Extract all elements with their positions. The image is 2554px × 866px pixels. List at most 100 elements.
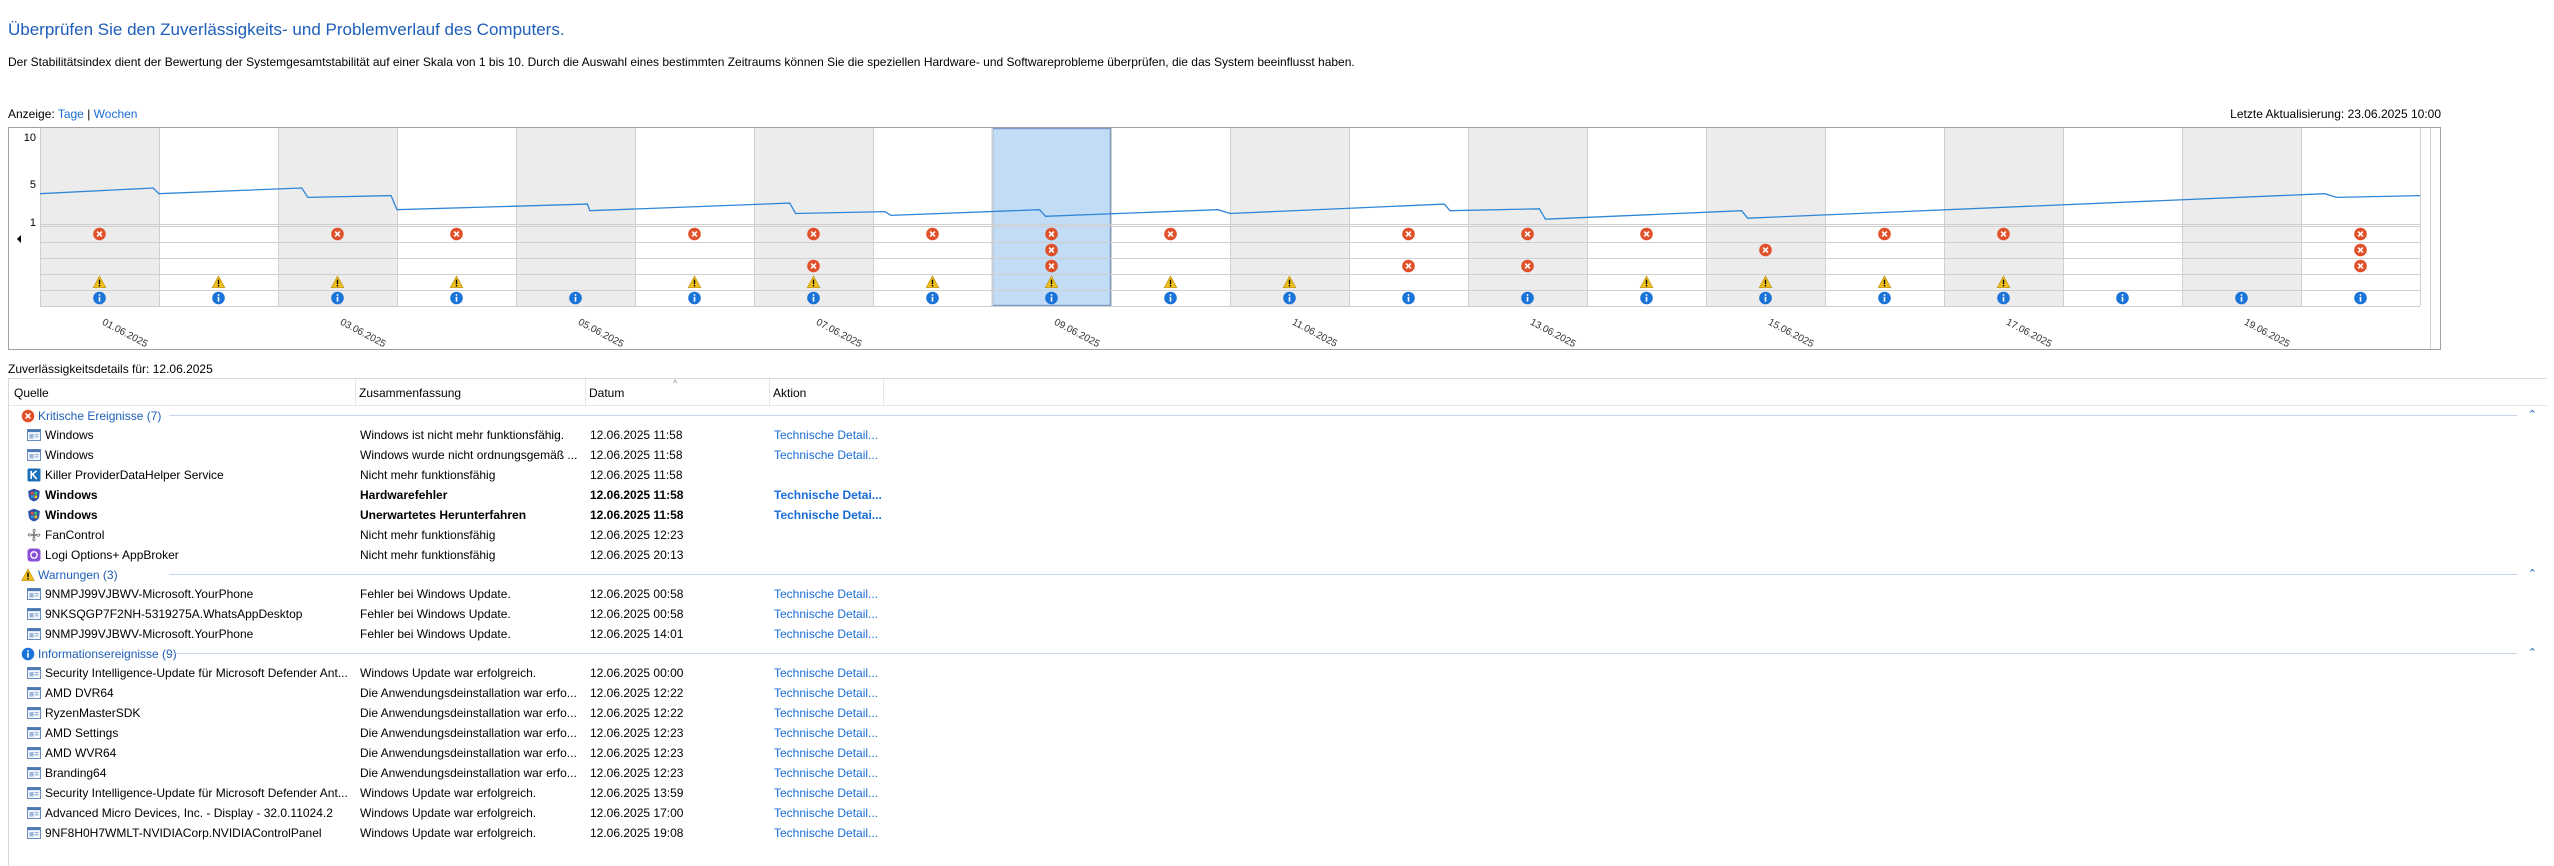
column-separator[interactable] — [355, 379, 356, 405]
reliability-chart-svg[interactable]: 1051AnwendungsfehlerWindows-FehlerVersch… — [8, 127, 2441, 350]
technical-details-link[interactable]: Technische Detail... — [774, 786, 894, 800]
group-header[interactable]: Warnungen (3) ⌃ — [9, 565, 2547, 584]
chart-column[interactable] — [2301, 128, 2420, 306]
collapse-chevron-icon[interactable]: ⌃ — [2528, 646, 2537, 659]
error-icon[interactable] — [331, 227, 344, 241]
technical-details-link[interactable]: Technische Detail... — [774, 448, 894, 462]
group-label[interactable]: Kritische Ereignisse (7) — [21, 409, 161, 423]
table-row[interactable]: Logi Options+ AppBroker Nicht mehr funkti… — [9, 545, 2547, 565]
error-icon[interactable] — [2354, 259, 2367, 273]
column-header-summary[interactable]: Zusammenfassung — [359, 386, 461, 400]
error-icon[interactable] — [1402, 227, 1415, 241]
table-row[interactable]: Security Intelligence-Update für Microso… — [9, 663, 2547, 683]
error-icon[interactable] — [1878, 227, 1891, 241]
technical-details-link[interactable]: Technische Detail... — [774, 806, 894, 820]
table-row[interactable]: Advanced Micro Devices, Inc. - Display -… — [9, 803, 2547, 823]
chart-column[interactable] — [2182, 128, 2301, 306]
table-row[interactable]: Windows Unerwartetes Herunterfahren 12.06.… — [9, 505, 2547, 525]
table-row[interactable]: 9NF8H0H7WMLT-NVIDIACorp.NVIDIAControlPan… — [9, 823, 2547, 843]
error-icon[interactable] — [2354, 243, 2367, 257]
info-icon[interactable] — [331, 291, 344, 305]
info-icon[interactable] — [1521, 291, 1534, 305]
column-separator[interactable] — [883, 379, 884, 405]
technical-details-link[interactable]: Technische Detail... — [774, 746, 894, 760]
info-icon[interactable] — [1759, 291, 1772, 305]
group-label[interactable]: Informationsereignisse (9) — [21, 647, 177, 661]
table-row[interactable]: Windows Windows ist nicht mehr funktionsf… — [9, 425, 2547, 445]
technical-details-link[interactable]: Technische Detail... — [774, 826, 894, 840]
chart-column[interactable] — [1349, 128, 1468, 306]
error-icon[interactable] — [926, 227, 939, 241]
error-icon[interactable] — [2354, 227, 2367, 241]
info-icon[interactable] — [212, 291, 225, 305]
info-icon[interactable] — [569, 291, 582, 305]
info-icon[interactable] — [807, 291, 820, 305]
info-icon[interactable] — [1997, 291, 2010, 305]
error-icon[interactable] — [1045, 259, 1058, 273]
technical-details-link[interactable]: Technische Detail... — [774, 627, 894, 641]
column-separator[interactable] — [769, 379, 770, 405]
chart-column[interactable] — [1468, 128, 1587, 306]
info-icon[interactable] — [450, 291, 463, 305]
info-icon[interactable] — [1164, 291, 1177, 305]
info-icon[interactable] — [2354, 291, 2367, 305]
table-row[interactable]: 9NKSQGP7F2NH-5319275A.WhatsAppDesktop Feh… — [9, 604, 2547, 624]
table-row[interactable]: Killer ProviderDataHelper Service Nicht m… — [9, 465, 2547, 485]
info-icon[interactable] — [2116, 291, 2129, 305]
technical-details-link[interactable]: Technische Detail... — [774, 607, 894, 621]
info-icon[interactable] — [1402, 291, 1415, 305]
technical-details-link[interactable]: Technische Detail... — [774, 666, 894, 680]
table-row[interactable]: 9NMPJ99VJBWV-Microsoft.YourPhone Fehler b… — [9, 584, 2547, 604]
column-header-date[interactable]: Datum — [589, 386, 624, 400]
group-header[interactable]: Kritische Ereignisse (7) ⌃ — [9, 406, 2547, 425]
table-row[interactable]: AMD WVR64 Die Anwendungsdeinstallation wa… — [9, 743, 2547, 763]
technical-details-link[interactable]: Technische Detail... — [774, 766, 894, 780]
chart-column[interactable] — [516, 128, 635, 306]
error-icon[interactable] — [1045, 227, 1058, 241]
error-icon[interactable] — [1045, 243, 1058, 257]
info-icon[interactable] — [926, 291, 939, 305]
error-icon[interactable] — [807, 227, 820, 241]
column-header-source[interactable]: Quelle — [14, 386, 49, 400]
info-icon[interactable] — [1045, 291, 1058, 305]
table-row[interactable]: Windows Hardwarefehler 12.06.2025 11:58 Tec… — [9, 485, 2547, 505]
technical-details-link[interactable]: Technische Detail... — [774, 686, 894, 700]
collapse-chevron-icon[interactable]: ⌃ — [2528, 567, 2537, 580]
technical-details-link[interactable]: Technische Detail... — [774, 428, 894, 442]
info-icon[interactable] — [1283, 291, 1296, 305]
info-icon[interactable] — [1878, 291, 1891, 305]
group-label[interactable]: Warnungen (3) — [21, 568, 118, 582]
info-icon[interactable] — [1640, 291, 1653, 305]
column-header-action[interactable]: Aktion — [773, 386, 806, 400]
error-icon[interactable] — [1997, 227, 2010, 241]
table-row[interactable]: Branding64 Die Anwendungsdeinstallation w… — [9, 763, 2547, 783]
technical-details-link[interactable]: Technische Detai... — [774, 488, 894, 502]
chart-column[interactable] — [2063, 128, 2182, 306]
table-row[interactable]: AMD DVR64 Die Anwendungsdeinstallation wa… — [9, 683, 2547, 703]
group-header[interactable]: Informationsereignisse (9) ⌃ — [9, 644, 2547, 663]
technical-details-link[interactable]: Technische Detail... — [774, 706, 894, 720]
error-icon[interactable] — [807, 259, 820, 273]
error-icon[interactable] — [1521, 227, 1534, 241]
collapse-chevron-icon[interactable]: ⌃ — [2528, 408, 2537, 421]
error-icon[interactable] — [1521, 259, 1534, 273]
table-row[interactable]: AMD Settings Die Anwendungsdeinstallation… — [9, 723, 2547, 743]
info-icon[interactable] — [93, 291, 106, 305]
reliability-chart[interactable]: 1051AnwendungsfehlerWindows-FehlerVersch… — [8, 127, 2441, 350]
table-row[interactable]: Windows Windows wurde nicht ordnungsgemäß… — [9, 445, 2547, 465]
error-icon[interactable] — [1402, 259, 1415, 273]
view-days-link[interactable]: Tage — [58, 107, 84, 121]
error-icon[interactable] — [93, 227, 106, 241]
table-row[interactable]: 9NMPJ99VJBWV-Microsoft.YourPhone Fehler b… — [9, 624, 2547, 644]
error-icon[interactable] — [450, 227, 463, 241]
error-icon[interactable] — [1164, 227, 1177, 241]
info-icon[interactable] — [688, 291, 701, 305]
error-icon[interactable] — [1759, 243, 1772, 257]
table-row[interactable]: FanControl Nicht mehr funktionsfähig 12.06… — [9, 525, 2547, 545]
error-icon[interactable] — [688, 227, 701, 241]
table-row[interactable]: Security Intelligence-Update für Microso… — [9, 783, 2547, 803]
table-row[interactable]: RyzenMasterSDK Die Anwendungsdeinstallati… — [9, 703, 2547, 723]
technical-details-link[interactable]: Technische Detail... — [774, 587, 894, 601]
info-icon[interactable] — [2235, 291, 2248, 305]
error-icon[interactable] — [1640, 227, 1653, 241]
